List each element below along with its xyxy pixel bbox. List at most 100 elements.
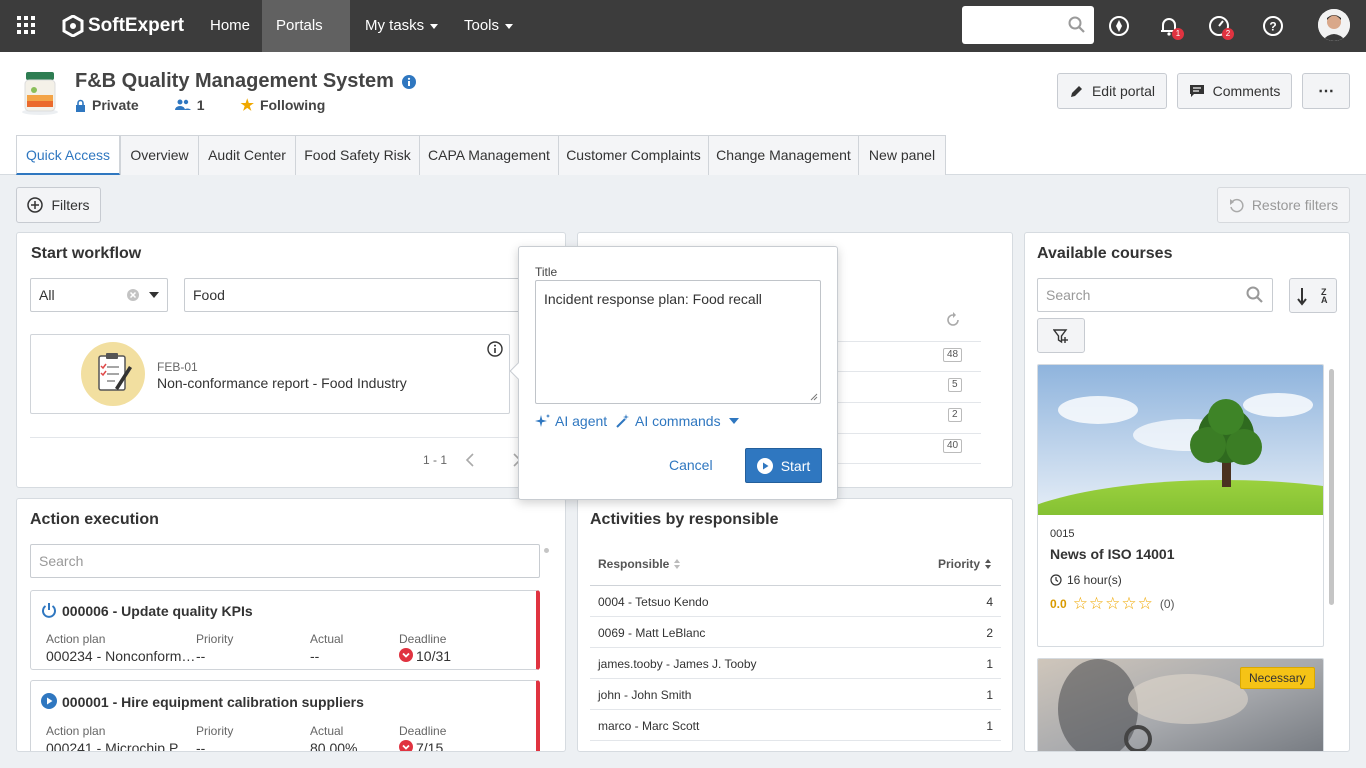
column-header-priority[interactable]: Priority	[938, 557, 992, 571]
priority-label: Priority	[196, 632, 234, 646]
tab-overview[interactable]: Overview	[120, 135, 199, 175]
priority-value: --	[196, 740, 206, 752]
deadline-label: Deadline	[399, 632, 447, 646]
clear-icon[interactable]	[127, 289, 139, 301]
course-filter-button[interactable]	[1037, 318, 1085, 353]
start-workflow-panel: Start workflow All Food FEB-01 Non-confo…	[16, 232, 566, 488]
table-row[interactable]: 0004 - Tetsuo Kendo 4	[590, 586, 1001, 617]
chevron-down-icon[interactable]	[149, 292, 159, 298]
course-card[interactable]: 0015 News of ISO 14001 16 hour(s) 0.0 ☆☆…	[1037, 364, 1324, 647]
nav-portals[interactable]: Portals	[262, 0, 350, 81]
global-search-input[interactable]	[962, 6, 1094, 44]
tab-change-management[interactable]: Change Management	[708, 135, 859, 175]
navigator-icon[interactable]	[1107, 14, 1131, 38]
courses-search-input[interactable]: Search	[1037, 278, 1273, 312]
ai-commands-dropdown[interactable]: AI commands	[615, 413, 739, 429]
search-icon[interactable]	[1068, 16, 1086, 34]
sort-label: Z A	[1321, 286, 1328, 305]
priority-label: Priority	[196, 724, 234, 738]
start-button[interactable]: Start	[745, 448, 822, 483]
actual-label: Actual	[310, 724, 344, 738]
courses-panel: Available courses Search Z A 0015 News o…	[1024, 232, 1350, 752]
magic-wand-icon	[616, 414, 629, 428]
member-count[interactable]: 1	[197, 97, 205, 113]
sparkles-icon	[535, 414, 550, 427]
edit-portal-button[interactable]: Edit portal	[1057, 73, 1167, 109]
comments-button[interactable]: Comments	[1177, 73, 1292, 109]
star-icon[interactable]: ★	[241, 96, 254, 114]
necessary-tag: Necessary	[1240, 667, 1315, 689]
tab-audit-center[interactable]: Audit Center	[198, 135, 296, 175]
start-workflow-title: Start workflow	[31, 245, 142, 262]
tab-food-safety-risk[interactable]: Food Safety Risk	[295, 135, 420, 175]
bell-icon[interactable]: 1	[1157, 14, 1184, 40]
info-circle-icon[interactable]	[487, 341, 503, 357]
nav-home[interactable]: Home	[196, 0, 264, 52]
clipboard-icon	[81, 342, 145, 406]
tab-label: Overview	[130, 147, 189, 163]
nav-my-tasks[interactable]: My tasks	[351, 0, 452, 52]
play-icon	[41, 693, 57, 709]
priority-value: 4	[986, 595, 993, 609]
title-textarea[interactable]: Incident response plan: Food recall	[535, 280, 821, 404]
ai-agent-label: AI agent	[555, 413, 608, 429]
info-icon[interactable]	[401, 74, 416, 89]
column-priority-label: Priority	[938, 557, 981, 571]
following-label[interactable]: Following	[260, 97, 325, 113]
priority-value: 1	[986, 719, 993, 733]
tab-new-panel[interactable]: New panel	[858, 135, 946, 175]
column-header-responsible[interactable]: Responsible	[598, 557, 681, 571]
pencil-icon	[1070, 85, 1082, 97]
tab-label: Audit Center	[208, 147, 286, 163]
apps-grid-icon[interactable]	[17, 16, 35, 34]
course-card[interactable]: Necessary	[1037, 658, 1324, 751]
tab-quick-access[interactable]: Quick Access	[16, 135, 120, 175]
action-title: 000001 - Hire equipment calibration supp…	[62, 694, 364, 710]
resize-handle-icon[interactable]	[810, 393, 818, 401]
course-rating-value: 0.0	[1050, 597, 1067, 611]
filters-button[interactable]: Filters	[16, 187, 101, 223]
chevron-left-icon[interactable]	[464, 452, 476, 468]
table-row[interactable]: james.tooby - James J. Tooby 1	[590, 648, 1001, 679]
help-icon[interactable]: ?	[1261, 14, 1285, 38]
action-card[interactable]: 000001 - Hire equipment calibration supp…	[30, 680, 540, 752]
workflow-item-card[interactable]: FEB-01 Non-conformance report - Food Ind…	[30, 334, 510, 414]
course-scrollbar[interactable]	[1329, 369, 1334, 605]
search-icon[interactable]	[1246, 286, 1264, 304]
table-row[interactable]: 0069 - Matt LeBlanc 2	[590, 617, 1001, 648]
workflow-search-input[interactable]: Food	[184, 278, 534, 312]
nav-tools[interactable]: Tools	[450, 0, 527, 52]
action-card[interactable]: 000006 - Update quality KPIs Action plan…	[30, 590, 540, 670]
ai-agent-button[interactable]: AI agent	[535, 413, 607, 429]
refresh-icon[interactable]	[945, 312, 961, 328]
workflow-type-select[interactable]: All	[30, 278, 168, 312]
nav-tools-label: Tools	[464, 17, 500, 34]
portal-meta: Private 1 ★ Following	[75, 96, 325, 114]
course-rating-row: 0.0 ☆☆☆☆☆ (0)	[1050, 594, 1175, 614]
cancel-label: Cancel	[669, 457, 713, 473]
overdue-icon	[399, 648, 413, 662]
comments-label: Comments	[1212, 83, 1281, 99]
activities-title: Activities by responsible	[590, 511, 779, 528]
cancel-button[interactable]: Cancel	[669, 457, 713, 473]
gauge-icon[interactable]: 2	[1207, 14, 1234, 40]
rating-stars-icon[interactable]: ☆☆☆☆☆	[1073, 594, 1154, 614]
table-row[interactable]: john - John Smith 1	[590, 679, 1001, 710]
action-search-input[interactable]: Search	[30, 544, 540, 578]
tab-customer-complaints[interactable]: Customer Complaints	[558, 135, 709, 175]
scroll-indicator[interactable]	[544, 548, 549, 553]
actual-value: --	[310, 648, 320, 664]
brand-logo[interactable]: SoftExpert	[62, 13, 184, 39]
tab-label: New panel	[868, 147, 936, 163]
actual-value: 80.00%	[310, 740, 358, 752]
users-icon[interactable]	[174, 99, 191, 111]
user-avatar[interactable]	[1318, 9, 1350, 41]
tab-capa-management[interactable]: CAPA Management	[419, 135, 559, 175]
more-options-button[interactable]: ⋯	[1302, 73, 1350, 109]
deadline-value: 7/15	[416, 740, 444, 752]
table-row[interactable]: marco - Marc Scott 1	[590, 710, 1001, 741]
sort-button[interactable]: Z A	[1289, 278, 1337, 313]
tab-label: CAPA Management	[428, 147, 550, 163]
restore-filters-button[interactable]: Restore filters	[1217, 187, 1350, 223]
action-execution-panel: Action execution Search 000006 - Update …	[16, 498, 566, 752]
